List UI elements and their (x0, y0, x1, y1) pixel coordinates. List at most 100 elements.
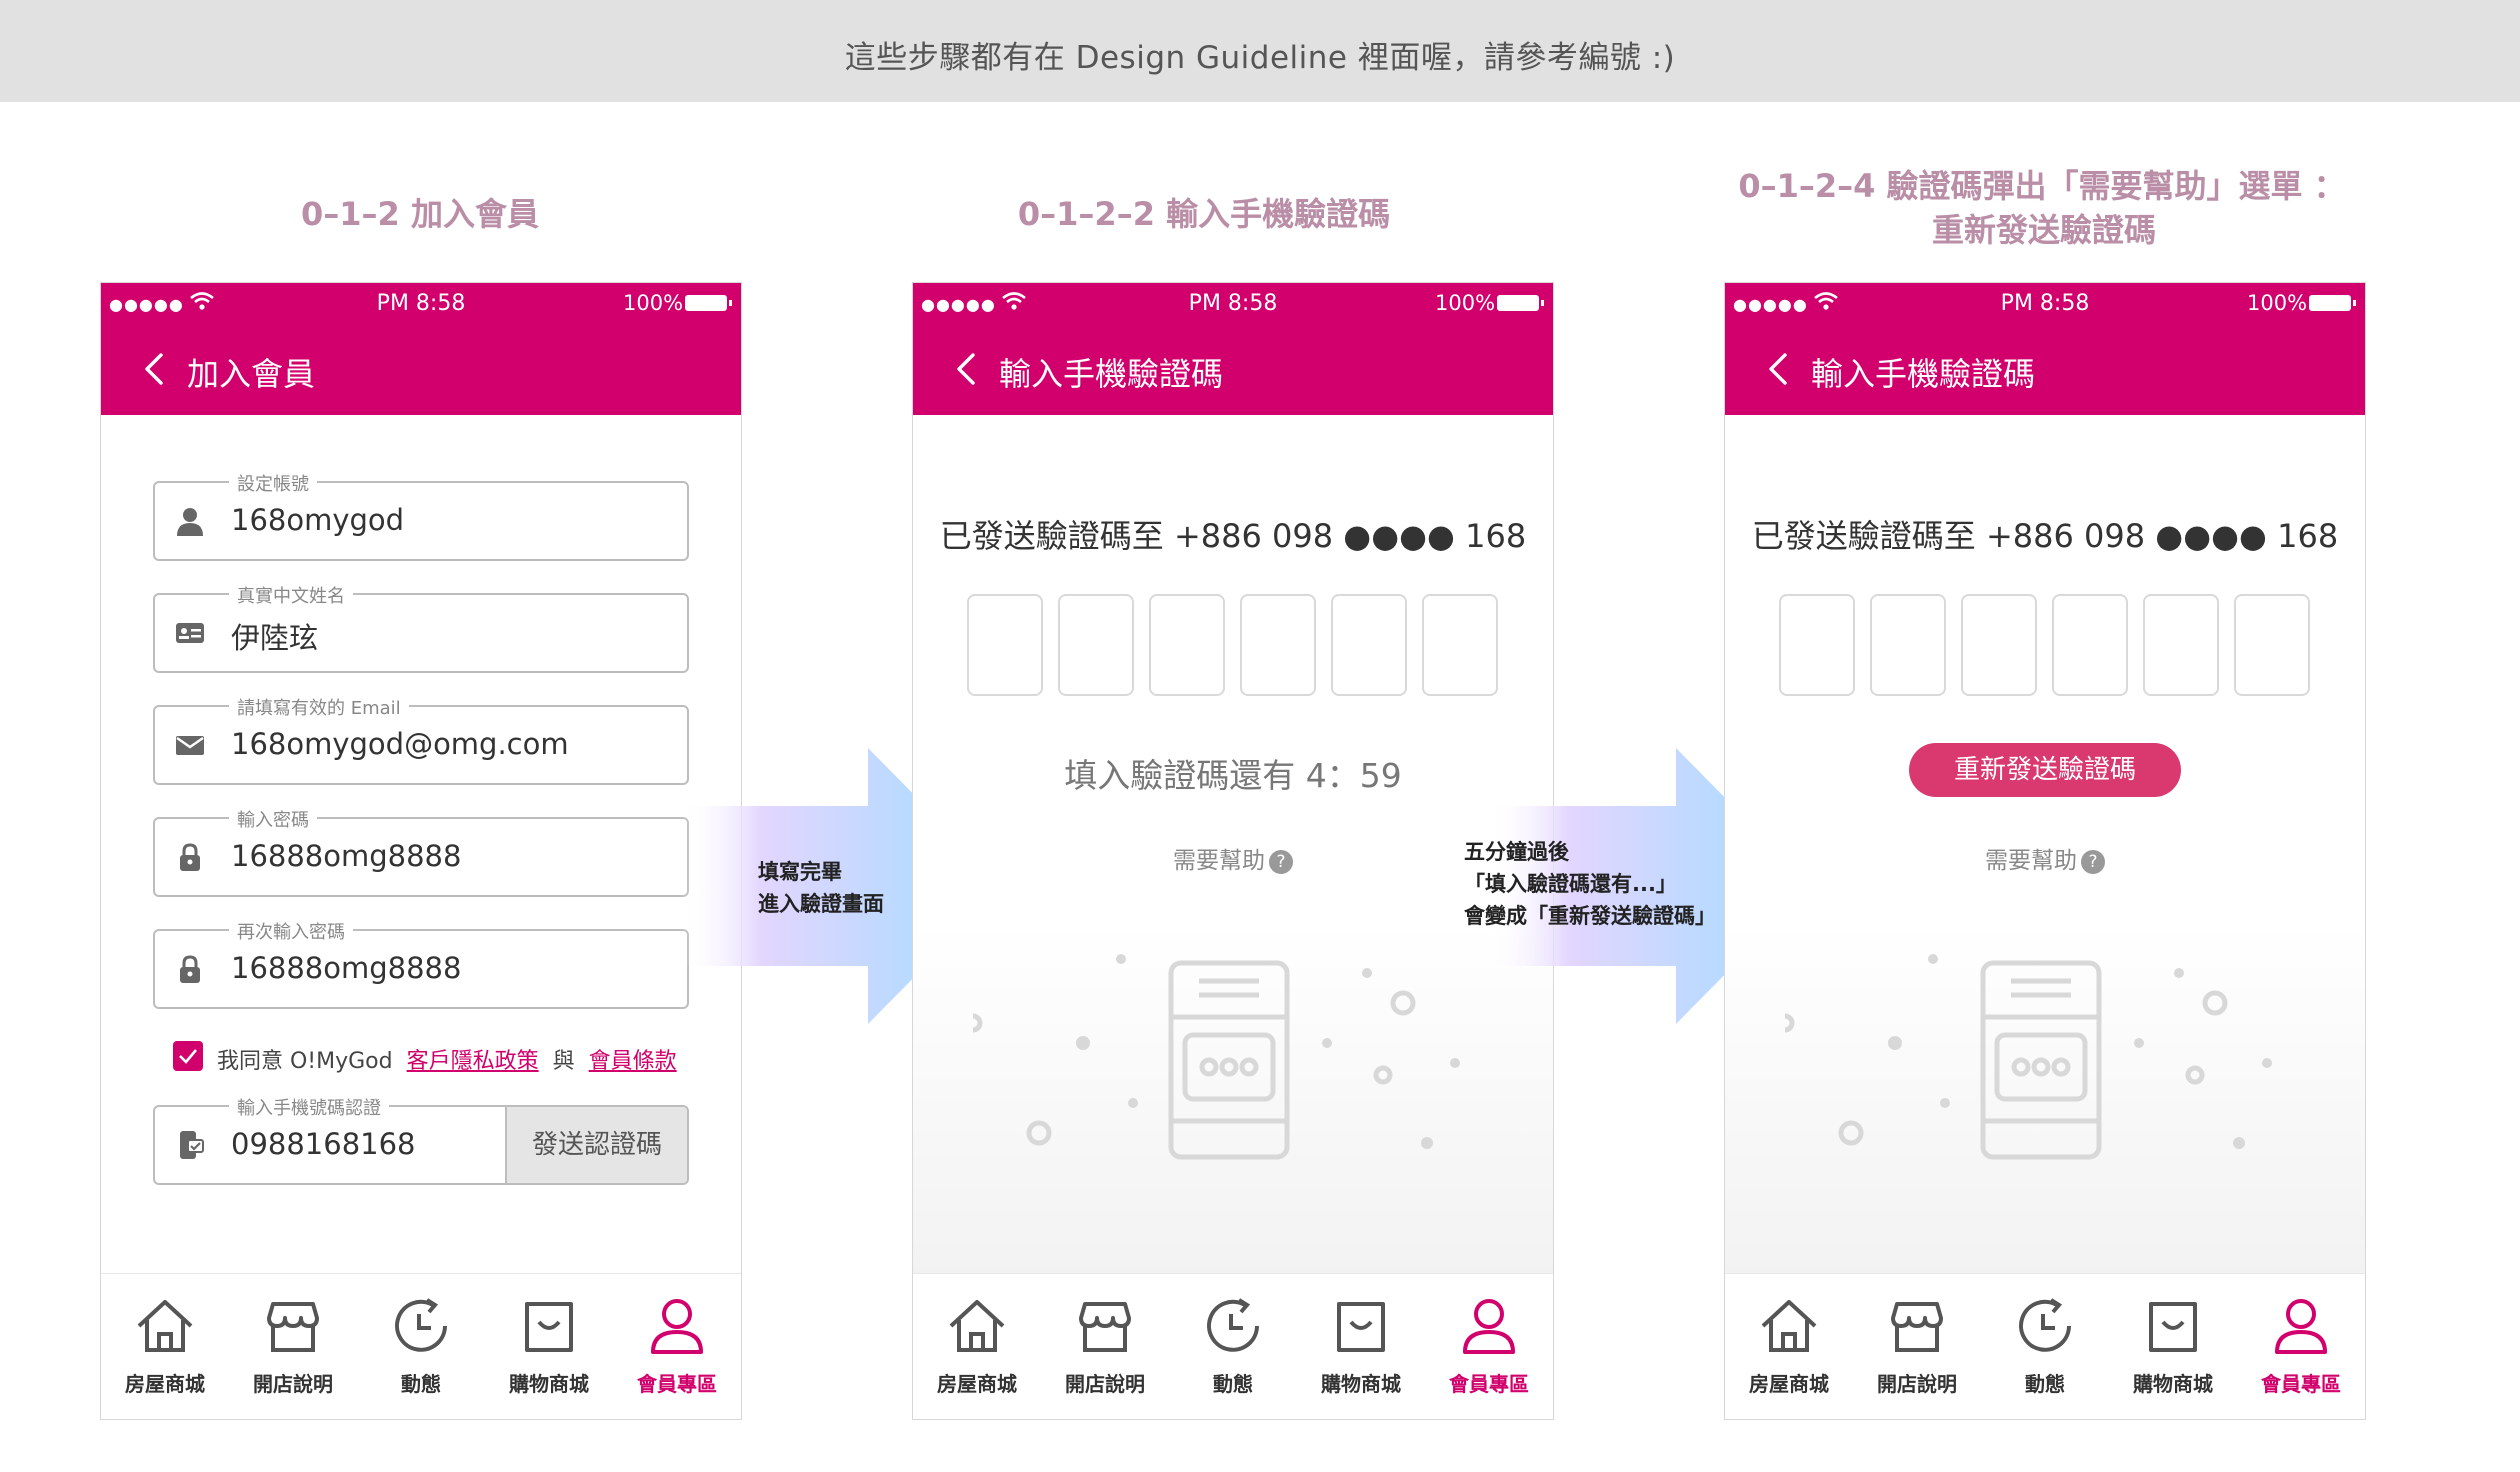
code-digit-5[interactable] (2143, 594, 2219, 696)
question-icon: ? (2081, 850, 2105, 874)
phone-screen-resend-code: ●●●●● PM 8:58 100% 輸入手機驗證碼 已發送驗證碼至 +886 … (1724, 282, 2366, 1420)
tab-label: 房屋商城 (1749, 1372, 1829, 1396)
back-chevron-icon[interactable] (951, 351, 981, 387)
tab-house-mall[interactable]: 房屋商城 (101, 1274, 229, 1419)
mail-icon (176, 736, 204, 755)
house-icon (137, 1300, 193, 1352)
code-digit-5[interactable] (1331, 594, 1407, 696)
banner-text: 這些步驟都有在 Design Guideline 裡面喔，請參考編號 :) (844, 40, 1676, 76)
back-chevron-icon[interactable] (139, 351, 169, 387)
tab-label: 購物商城 (1321, 1372, 1401, 1396)
agree-checkbox[interactable] (173, 1041, 203, 1071)
help-link[interactable]: 需要幫助? (913, 841, 1553, 875)
agree-and: 與 (552, 1049, 575, 1074)
tab-house-mall[interactable]: 房屋商城 (1725, 1274, 1853, 1419)
tab-shopping-mall[interactable]: 購物商城 (485, 1274, 613, 1419)
field-value: 16888omg8888 (231, 951, 462, 985)
phone-verify-icon (180, 1131, 204, 1159)
tab-store-info[interactable]: 開店說明 (1041, 1274, 1169, 1419)
code-digit-6[interactable] (1422, 594, 1498, 696)
send-code-button[interactable]: 發送認證碼 (505, 1107, 687, 1183)
field-label: 輸入手機號碼認證 (229, 1094, 389, 1120)
tab-label: 開店說明 (1877, 1372, 1957, 1396)
bag-icon (1337, 1302, 1385, 1352)
code-digit-3[interactable] (1149, 594, 1225, 696)
tab-activity[interactable]: 動態 (357, 1274, 485, 1419)
clock-icon (2019, 1298, 2071, 1352)
tab-member-area[interactable]: 會員專區 (613, 1274, 741, 1419)
code-digit-1[interactable] (967, 594, 1043, 696)
field-label: 請填寫有效的 Email (229, 694, 409, 720)
battery-text: 100% (623, 291, 684, 315)
tab-bar: 房屋商城 開店說明 動態 購物商城 會員專區 (913, 1273, 1553, 1419)
field-value: 伊陸玹 (231, 621, 319, 655)
account-field[interactable]: 設定帳號 168omygod (153, 470, 689, 561)
tab-member-area[interactable]: 會員專區 (2237, 1274, 2365, 1419)
phone-number-field[interactable]: 輸入手機號碼認證 0988168168 發送認證碼 (153, 1094, 689, 1185)
code-digit-2[interactable] (1870, 594, 1946, 696)
tab-label: 開店說明 (253, 1372, 333, 1396)
bag-icon (2149, 1302, 2197, 1352)
tab-member-area[interactable]: 會員專區 (1425, 1274, 1553, 1419)
member-icon (2275, 1299, 2327, 1354)
id-card-icon (176, 623, 204, 643)
arrow-2-line1: 五分鐘過後 (1464, 840, 1569, 864)
help-text: 需要幫助 (1985, 848, 2077, 874)
arrow-2-text: 五分鐘過後 「填入驗證碼還有...」 會變成「重新發送驗證碼」 (1464, 836, 1716, 932)
field-value: 0988168168 (231, 1127, 416, 1161)
field-value: 168omygod (231, 503, 405, 537)
tab-activity[interactable]: 動態 (1981, 1274, 2109, 1419)
back-chevron-icon[interactable] (1763, 351, 1793, 387)
step-title-2: 0–1–2–2 輸入手機驗證碼 (1017, 195, 1391, 233)
tab-store-info[interactable]: 開店說明 (229, 1274, 357, 1419)
tab-house-mall[interactable]: 房屋商城 (913, 1274, 1041, 1419)
help-link[interactable]: 需要幫助? (1725, 841, 2365, 875)
code-digit-2[interactable] (1058, 594, 1134, 696)
tab-label: 動態 (401, 1372, 441, 1396)
step-title-3-line1: 0–1–2–4 驗證碼彈出「需要幫助」選單 ： (1738, 167, 2346, 205)
question-icon: ? (1269, 850, 1293, 874)
tab-label: 購物商城 (2133, 1372, 2213, 1396)
nav-title: 加入會員 (187, 355, 316, 393)
tab-shopping-mall[interactable]: 購物商城 (1297, 1274, 1425, 1419)
countdown-timer: 填入驗證碼還有 4：59 (1064, 756, 1402, 795)
code-sent-text: 已發送驗證碼至 +886 098 ●●●● 168 (1751, 517, 2339, 555)
battery-nub (2353, 300, 2356, 306)
tab-bar: 房屋商城 開店說明 動態 購物商城 會員專區 (1725, 1273, 2365, 1419)
tab-label: 動態 (2025, 1372, 2065, 1396)
name-field[interactable]: 真實中文姓名 伊陸玹 (153, 582, 689, 673)
resend-code-button[interactable]: 重新發送驗證碼 (1909, 743, 2181, 797)
password-field[interactable]: 輸入密碼 16888omg8888 (153, 806, 689, 897)
confirm-password-field[interactable]: 再次輸入密碼 16888omg8888 (153, 918, 689, 1009)
tab-label: 動態 (1213, 1372, 1253, 1396)
nav-title: 輸入手機驗證碼 (1811, 355, 2036, 393)
arrow-1-line1: 填寫完畢 (758, 860, 842, 884)
tab-label: 會員專區 (637, 1372, 717, 1396)
privacy-policy-link[interactable]: 客戶隱私政策 (407, 1049, 539, 1074)
step-title-3-line2: 重新發送驗證碼 (1931, 211, 2156, 249)
nav-bar: 加入會員 (101, 323, 741, 415)
lock-icon (180, 843, 200, 871)
arrow-2-line3: 會變成「重新發送驗證碼」 (1464, 904, 1716, 928)
arrow-2-line2: 「填入驗證碼還有...」 (1464, 872, 1677, 896)
tab-store-info[interactable]: 開店說明 (1853, 1274, 1981, 1419)
arrow-1-line2: 進入驗證畫面 (758, 892, 884, 916)
code-digit-6[interactable] (2234, 594, 2310, 696)
tab-shopping-mall[interactable]: 購物商城 (2109, 1274, 2237, 1419)
code-digit-4[interactable] (2052, 594, 2128, 696)
battery-icon (1497, 295, 1539, 311)
tab-activity[interactable]: 動態 (1169, 1274, 1297, 1419)
battery-nub (729, 300, 732, 306)
code-digit-1[interactable] (1779, 594, 1855, 696)
member-terms-link[interactable]: 會員條款 (589, 1049, 677, 1074)
status-bar: ●●●●● PM 8:58 100% (1725, 283, 2365, 323)
code-digit-3[interactable] (1961, 594, 2037, 696)
house-icon (1761, 1300, 1817, 1352)
code-sent-text: 已發送驗證碼至 +886 098 ●●●● 168 (939, 517, 1527, 555)
code-digit-4[interactable] (1240, 594, 1316, 696)
tab-label: 房屋商城 (937, 1372, 1017, 1396)
chat-illustration-icon (973, 954, 1460, 1160)
tab-label: 房屋商城 (125, 1372, 205, 1396)
email-field[interactable]: 請填寫有效的 Email 168omygod@omg.com (153, 694, 689, 785)
user-icon (177, 508, 203, 536)
